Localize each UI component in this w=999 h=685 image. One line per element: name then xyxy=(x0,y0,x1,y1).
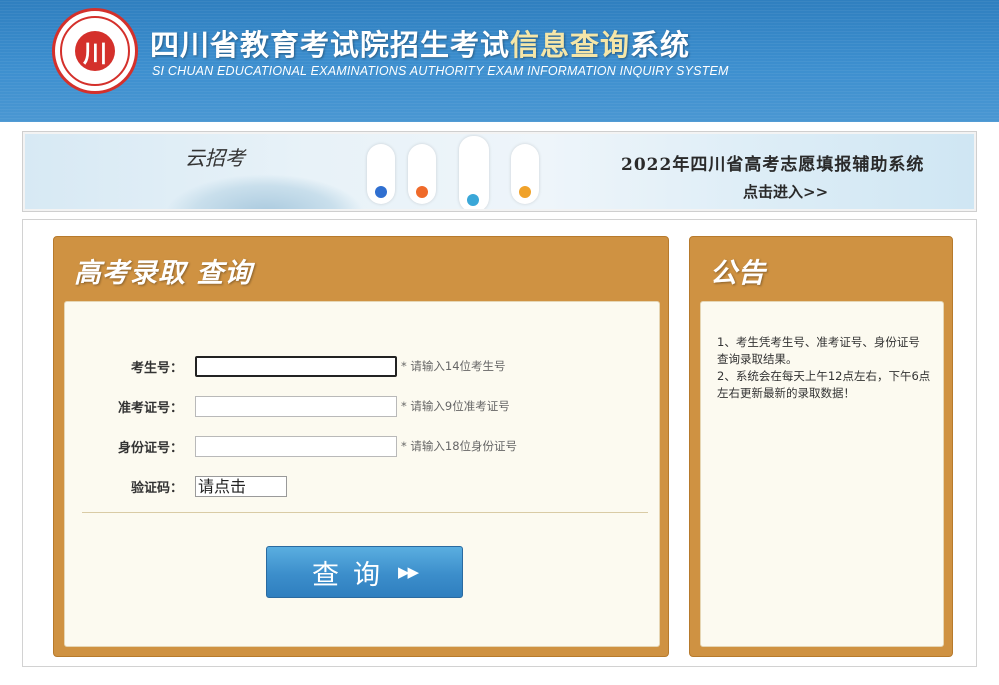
notice-body: 1、考生凭考生号、准考证号、身份证号查询录取结果。 2、系统会在每天上午12点左… xyxy=(700,301,944,647)
panel-title: 高考录取 查询 xyxy=(74,258,253,289)
site-title-part2: 系统 xyxy=(630,28,691,62)
notice-panel: 公告 1、考生凭考生号、准考证号、身份证号查询录取结果。 2、系统会在每天上午1… xyxy=(689,236,953,657)
panel-title: 公告 xyxy=(710,258,766,289)
seal-core: 川 xyxy=(75,31,115,71)
pill-consult-icon xyxy=(511,144,539,204)
notice-item: 2、系统会在每天上午12点左右，下午6点左右更新最新的录取数据！ xyxy=(717,369,931,400)
admission-query-panel: 高考录取 查询 考生号： * 请输入14位考生号 准考证号： * 请输入9位准考… xyxy=(53,236,669,657)
field-hint: * 请输入18位身份证号 xyxy=(401,439,518,453)
captcha-button[interactable]: 请点击 xyxy=(195,475,287,497)
seal-ring: 川 xyxy=(60,16,130,86)
pill-news-icon xyxy=(367,144,395,204)
site-subtitle-en: SI CHUAN EDUCATIONAL EXAMINATIONS AUTHOR… xyxy=(152,64,729,78)
field-label: 验证码： xyxy=(130,480,183,496)
volunteer-system-banner[interactable]: 云招考 2022年四川省高考志愿填报辅助系统 点击进入>> xyxy=(25,134,974,209)
candidate-number-input[interactable] xyxy=(195,355,397,377)
pill-dot xyxy=(519,186,531,198)
header-bar: 川 四川省教育考试院招生考试信息查询系统 SI CHUAN EDUCATIONA… xyxy=(0,0,999,122)
field-label: 考生号： xyxy=(130,360,183,376)
site-title-highlight: 信息查询 xyxy=(510,28,631,62)
mountain-illustration xyxy=(165,174,365,209)
field-label: 准考证号： xyxy=(117,400,183,416)
field-hint: * 请输入14位考生号 xyxy=(401,359,506,373)
pill-dot xyxy=(467,194,479,206)
query-submit-button[interactable]: 查询 ▶▶ xyxy=(266,546,463,598)
notice-item: 1、考生凭考生号、准考证号、身份证号查询录取结果。 xyxy=(717,335,920,366)
banner-enter-link[interactable]: 点击进入>> xyxy=(743,181,828,202)
sichuan-exam-authority-seal-logo: 川 xyxy=(52,8,138,94)
site-title-part1: 四川省教育考试院招生考试 xyxy=(150,28,511,62)
admission-ticket-input[interactable] xyxy=(195,395,397,417)
banner-brand: 云招考 xyxy=(185,146,245,170)
banner-slogan: 2022年四川省高考志愿填报辅助系统 xyxy=(621,155,925,175)
notice-list: 1、考生凭考生号、准考证号、身份证号查询录取结果。 2、系统会在每天上午12点左… xyxy=(717,334,931,402)
pill-colleges-icon xyxy=(408,144,436,204)
field-label: 身份证号： xyxy=(117,440,183,456)
pill-volunteer-icon xyxy=(459,136,489,209)
id-card-input[interactable] xyxy=(195,435,397,457)
double-arrow-icon: ▶▶ xyxy=(397,563,419,581)
banner-frame: 云招考 2022年四川省高考志愿填报辅助系统 点击进入>> xyxy=(22,131,977,212)
pill-dot xyxy=(416,186,428,198)
field-hint: * 请输入9位准考证号 xyxy=(401,399,510,413)
query-form: 考生号： * 请输入14位考生号 准考证号： * 请输入9位准考证号 身份证号：… xyxy=(64,301,660,647)
pill-dot xyxy=(375,186,387,198)
form-divider xyxy=(82,512,648,513)
site-title: 四川省教育考试院招生考试信息查询系统 xyxy=(150,22,690,64)
query-button-label: 查询 xyxy=(311,559,394,591)
